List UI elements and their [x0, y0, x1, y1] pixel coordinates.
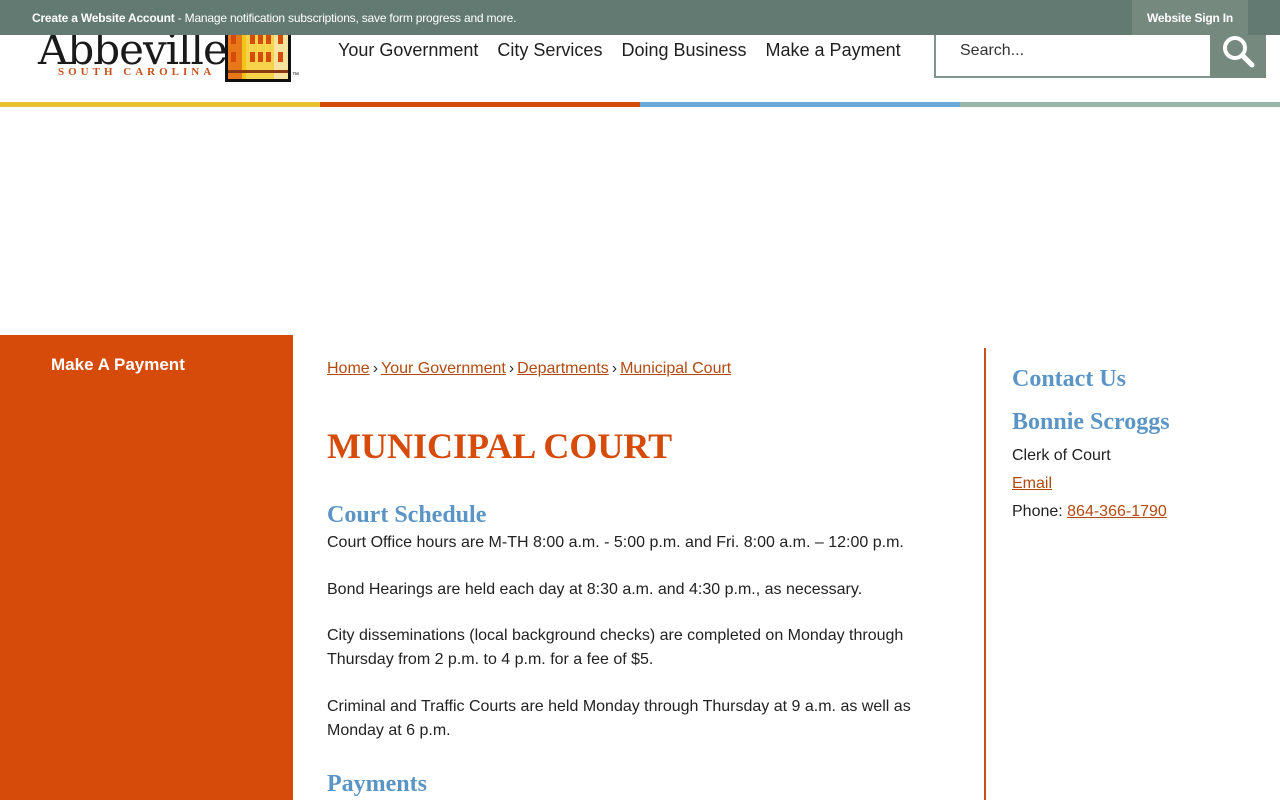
- phone-label: Phone:: [1012, 503, 1068, 520]
- breadcrumb-home[interactable]: Home: [327, 360, 370, 377]
- left-sidebar: Make A Payment: [0, 335, 293, 800]
- contact-name: Bonnie Scroggs: [1012, 409, 1170, 435]
- sign-in-button[interactable]: Website Sign In: [1132, 0, 1248, 35]
- office-hours-paragraph: Court Office hours are M-TH 8:00 a.m. - …: [327, 534, 904, 551]
- create-account-link[interactable]: Create a Website Account: [32, 11, 175, 25]
- nav-doing-business[interactable]: Doing Business: [621, 40, 746, 61]
- account-notice-text: - Manage notification subscriptions, sav…: [174, 11, 517, 25]
- page-title: MUNICIPAL COURT: [327, 426, 673, 466]
- breadcrumb-separator: ›: [372, 360, 379, 377]
- contact-role: Clerk of Court: [1012, 447, 1111, 464]
- breadcrumb-departments[interactable]: Departments: [517, 360, 609, 377]
- contact-panel: Contact Us Bonnie Scroggs Clerk of Court…: [1012, 366, 1262, 526]
- court-schedule-heading: Court Schedule: [327, 502, 487, 528]
- color-stripe-blue: [640, 102, 960, 107]
- breadcrumb-your-government[interactable]: Your Government: [381, 360, 506, 377]
- sidebar-item-make-a-payment[interactable]: Make A Payment: [51, 355, 185, 375]
- search-icon: [1223, 36, 1255, 68]
- color-stripe-orange: [320, 102, 640, 107]
- contact-heading: Contact Us: [1012, 366, 1126, 392]
- logo-trademark: ™: [292, 72, 299, 79]
- nav-make-a-payment[interactable]: Make a Payment: [766, 40, 901, 61]
- logo-subtitle: SOUTH CAROLINA: [58, 66, 216, 78]
- contact-phone-line: Phone: 864-366-1790: [1012, 498, 1262, 526]
- nav-your-government[interactable]: Your Government: [338, 40, 478, 61]
- breadcrumb-separator: ›: [611, 360, 618, 377]
- color-stripe-yellow: [0, 102, 320, 107]
- bond-hearings-paragraph: Bond Hearings are held each day at 8:30 …: [327, 581, 863, 598]
- column-divider: [984, 348, 986, 800]
- main-nav: Your Government City Services Doing Busi…: [338, 40, 901, 61]
- courts-paragraph: Criminal and Traffic Courts are held Mon…: [327, 698, 911, 739]
- notification-bar: Create a Website Account - Manage notifi…: [0, 0, 1280, 35]
- payments-heading: Payments: [327, 771, 427, 797]
- contact-email-link[interactable]: Email: [1012, 475, 1052, 492]
- breadcrumb-separator: ›: [508, 360, 515, 377]
- contact-phone-link[interactable]: 864-366-1790: [1067, 503, 1167, 520]
- disseminations-paragraph: City disseminations (local background ch…: [327, 627, 904, 668]
- breadcrumb: Home › Your Government › Departments › Municip…: [327, 360, 927, 378]
- nav-city-services[interactable]: City Services: [497, 40, 602, 61]
- color-stripe-sage: [960, 102, 1280, 107]
- breadcrumb-municipal-court[interactable]: Municipal Court: [620, 360, 731, 377]
- account-notice: Create a Website Account - Manage notifi…: [32, 11, 516, 25]
- main-content: Home › Your Government › Departments › Municip…: [327, 360, 927, 798]
